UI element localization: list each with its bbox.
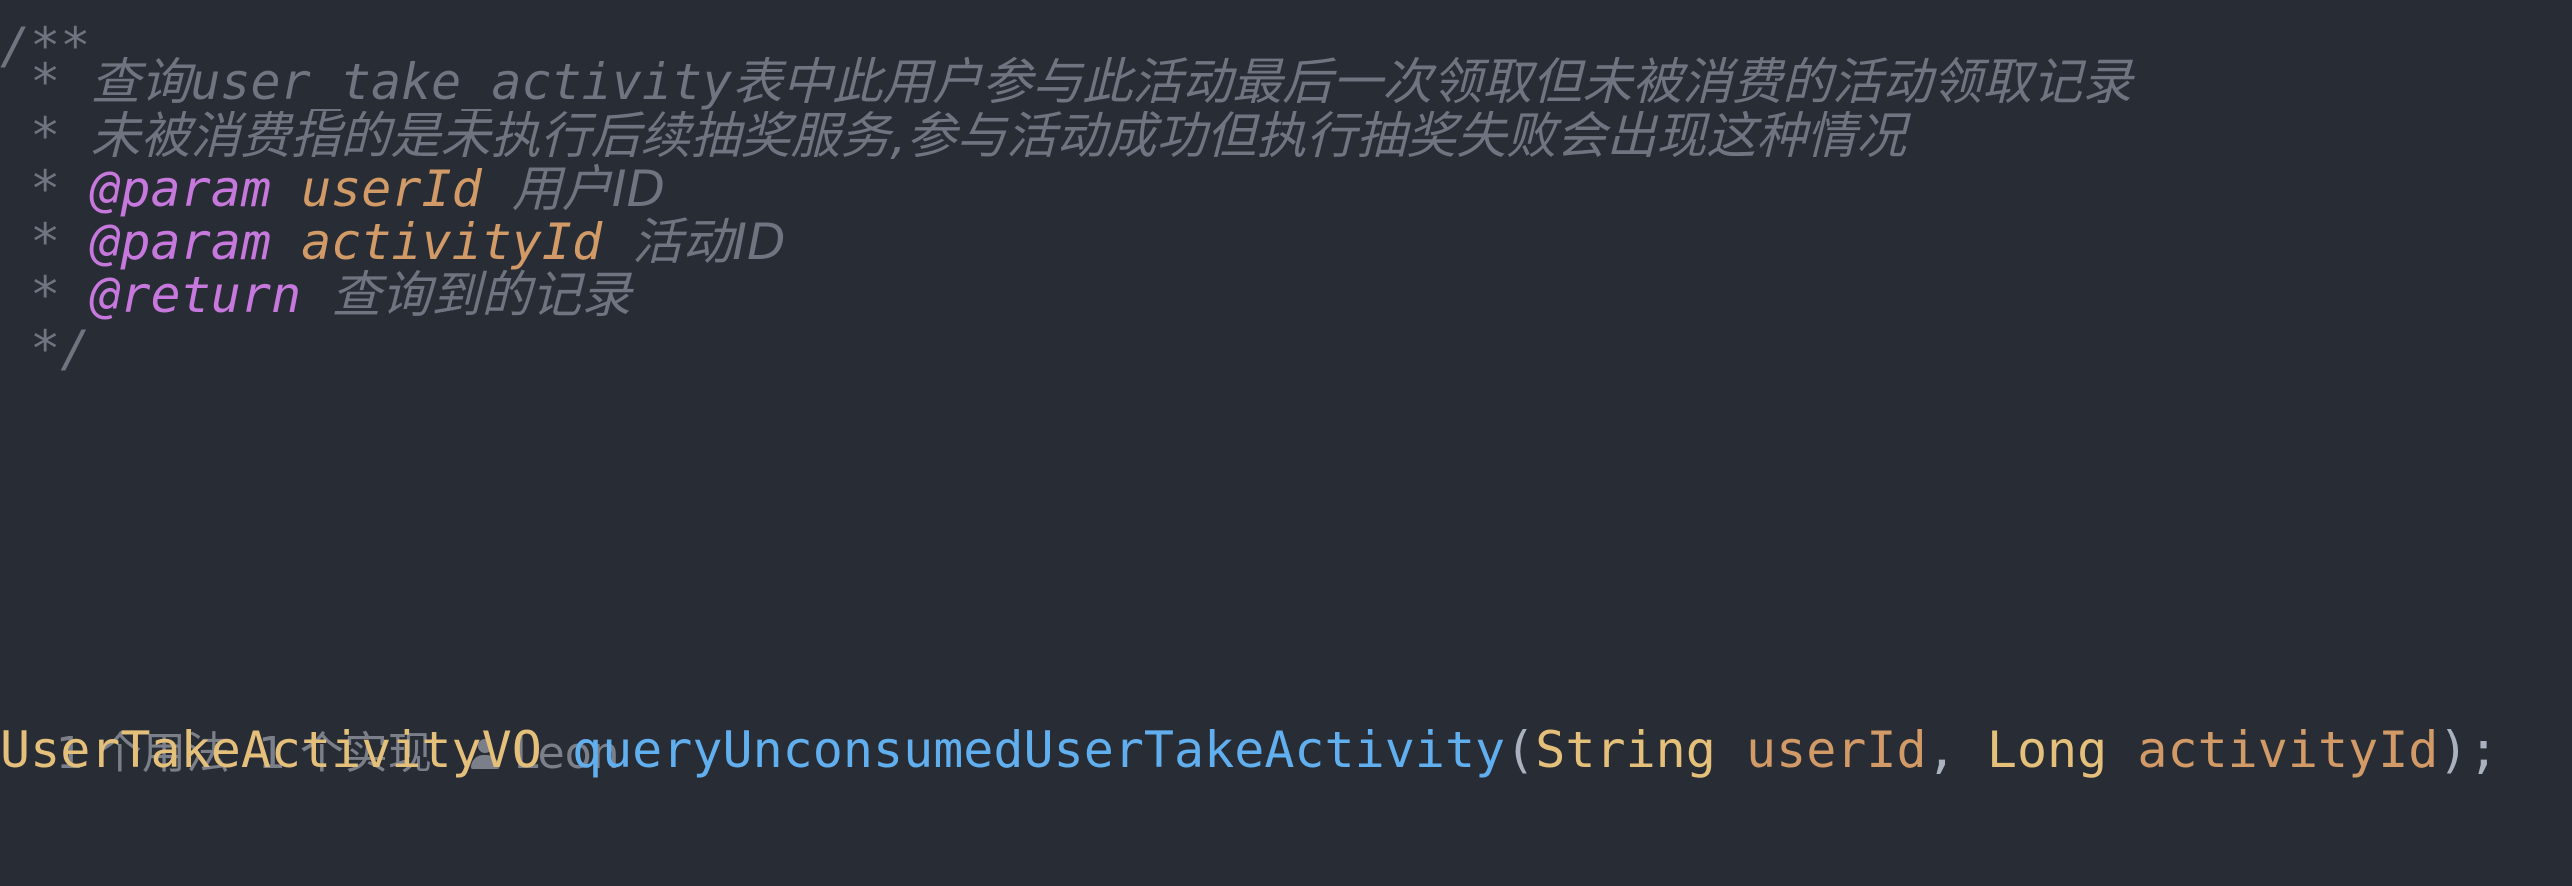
inlay-hints: 1 个用法 1 个实现 Leon	[0, 620, 620, 779]
return-desc: 查询到的记录	[331, 266, 632, 324]
code-editor[interactable]: /** * 查询user_take_activity表中此用户参与此活动最后一次…	[0, 0, 2572, 792]
comment-close-token: */	[0, 320, 91, 378]
param-activityid[interactable]: activityId	[2137, 721, 2438, 779]
open-paren: (	[1505, 721, 1536, 779]
param-type-string[interactable]: String	[1535, 721, 1716, 779]
param-userid[interactable]: userId	[1746, 721, 1927, 779]
param-comma: ,	[1926, 721, 1987, 779]
return-tag: @return	[90, 266, 302, 324]
doc-comment-return: * @return 查询到的记录	[0, 251, 631, 339]
param-desc-activityid: 活动ID	[632, 213, 786, 271]
close-paren-semicolon: );	[2438, 721, 2499, 779]
return-type[interactable]: UserTakeActivityVO	[0, 721, 542, 779]
param-type-long[interactable]: Long	[1987, 721, 2107, 779]
doc-comment-close: */	[0, 305, 90, 393]
method-signature[interactable]: UserTakeActivityVO queryUnconsumedUserTa…	[0, 706, 2499, 794]
method-name[interactable]: queryUnconsumedUserTakeActivity	[572, 721, 1505, 779]
